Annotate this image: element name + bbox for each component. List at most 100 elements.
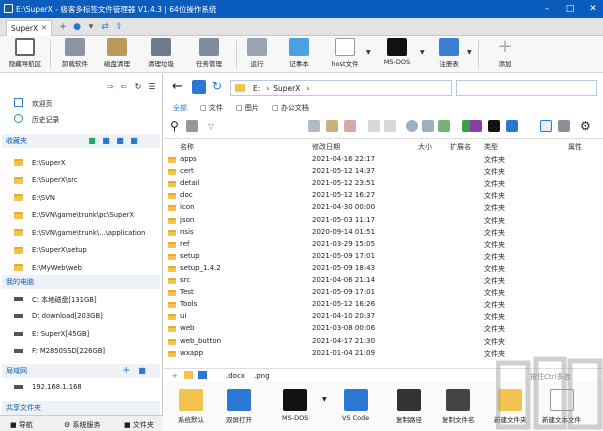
table-row[interactable]: web 2021-03-08 00:06 文件夹 — [164, 323, 603, 335]
favorite-item[interactable]: E:\SuperX\setup — [14, 244, 87, 257]
favorite-view-icon[interactable]: ■ — [130, 137, 138, 145]
registry-dropdown-icon[interactable]: ▼ — [467, 49, 472, 56]
table-row[interactable]: json 2021-05-03 11:17 文件夹 — [164, 215, 603, 227]
disk-clean-button[interactable]: 磁盘清理 — [100, 38, 134, 71]
lan-item[interactable]: 192.168.1.168 — [14, 380, 82, 393]
table-row[interactable]: ui 2021-04-10 20:37 文件夹 — [164, 311, 603, 323]
welcome-item[interactable]: 欢迎页 — [14, 96, 52, 109]
rename-icon[interactable] — [326, 120, 338, 132]
msdos-button[interactable]: MS-DOS — [378, 38, 416, 71]
favorite-item[interactable]: E:\MyWeb\web — [14, 261, 82, 274]
table-row[interactable]: doc 2021-05-12 16:27 文件夹 — [164, 190, 603, 202]
vscode-icon[interactable] — [506, 120, 518, 132]
clean-junk-button[interactable]: 清理垃圾 — [144, 38, 178, 71]
favorite-tool-icon[interactable]: ■ — [102, 137, 110, 145]
run-button[interactable]: 运行 — [244, 38, 270, 71]
table-row[interactable]: icon 2021-04-30 00:00 文件夹 — [164, 202, 603, 214]
table-row[interactable]: setup 2021-05-09 17:01 文件夹 — [164, 251, 603, 263]
favorites-header[interactable]: 收藏夹 ■ ■ ■ ■ — [2, 134, 160, 148]
shared-folder-header[interactable]: 共享文件夹 — [2, 401, 160, 415]
column-ext[interactable]: 扩展名 — [450, 142, 471, 152]
columns-icon[interactable] — [422, 120, 434, 132]
terminal-icon[interactable] — [488, 120, 500, 132]
upload-icon[interactable]: ⇧ — [114, 22, 124, 32]
drive-item[interactable]: D: download[203GB] — [14, 310, 103, 323]
filter-all[interactable]: 全部 — [173, 103, 187, 113]
lan-header[interactable]: 局域网 + ■ — [2, 364, 160, 378]
task-manager-button[interactable]: 任务管理 — [190, 38, 228, 71]
lan-menu-icon[interactable]: ■ — [138, 367, 146, 375]
add-type-icon[interactable]: + — [172, 372, 178, 380]
add-lan-icon[interactable]: + — [122, 366, 130, 376]
tab-system-services[interactable]: ⚙ 系统服务 — [64, 420, 101, 430]
my-computer-header[interactable]: 我的电脑 — [2, 275, 160, 289]
collapse-icon[interactable]: ⇐ — [120, 83, 128, 91]
column-type[interactable]: 类型 — [484, 142, 498, 152]
favorite-item[interactable]: E:\SuperX\src — [14, 174, 78, 187]
type-png[interactable]: .png — [254, 372, 270, 380]
msdos-dropdown-icon[interactable]: ▼ — [420, 49, 425, 56]
close-button[interactable]: ✕ — [582, 0, 603, 18]
drive-item[interactable]: E: SuperX[45GB] — [14, 327, 89, 340]
thumbnail-view-icon[interactable] — [558, 120, 570, 132]
copy-filename-button[interactable]: 复制文件名 — [442, 389, 475, 424]
host-dropdown-icon[interactable]: ▼ — [366, 49, 371, 56]
table-row[interactable]: setup_1.4.2 2021-05-09 18:43 文件夹 — [164, 263, 603, 275]
favorite-item[interactable]: E:\SuperX — [14, 156, 65, 169]
table-row[interactable]: src 2021-04-06 21:14 文件夹 — [164, 275, 603, 287]
notepad-button[interactable]: 记事本 — [284, 38, 314, 71]
msdos-dropdown-icon[interactable]: ▼ — [322, 396, 327, 403]
path-folder[interactable]: SuperX — [273, 84, 300, 93]
tab-list-icon[interactable]: ▾ — [86, 22, 96, 32]
drive-item[interactable]: F: M2850SSD[226GB] — [14, 345, 105, 358]
details-view-icon[interactable] — [540, 120, 552, 132]
close-tab-icon[interactable]: ✕ — [41, 24, 47, 32]
vscode-button[interactable]: VS Code — [342, 389, 369, 422]
app-icon-purple[interactable] — [470, 120, 482, 132]
folder-sync-icon[interactable]: ⇄ — [100, 22, 110, 32]
folder-up-icon[interactable] — [192, 80, 206, 94]
filter-files[interactable]: □ 文件 — [200, 103, 223, 113]
filter-images[interactable]: □ 图片 — [236, 103, 259, 113]
pin-icon[interactable]: ● — [72, 22, 82, 32]
host-file-button[interactable]: host文件 — [328, 38, 362, 71]
column-attr[interactable]: 属性 — [568, 142, 582, 152]
new-tab-icon[interactable]: + — [58, 22, 68, 32]
system-default-button[interactable]: 系统默认 — [178, 389, 204, 424]
image-view-icon[interactable] — [438, 120, 450, 132]
new-text-file-button[interactable]: 新建文本文件 — [542, 389, 581, 424]
column-size[interactable]: 大小 — [418, 142, 432, 152]
uninstall-button[interactable]: 卸载软件 — [58, 38, 92, 71]
filter-office-docs[interactable]: □ 办公文档 — [272, 103, 309, 113]
launcher-msdos-button[interactable]: MS-DOS — [282, 389, 308, 422]
filter-icon[interactable]: ▿ — [208, 120, 220, 132]
refresh-icon[interactable]: ↻ — [134, 83, 142, 91]
tab-folders[interactable]: ■ 文件夹 — [124, 420, 154, 430]
address-bar[interactable]: E: › SuperX › — [230, 80, 452, 96]
path-drive[interactable]: E: — [253, 84, 260, 93]
favorite-item[interactable]: E:\SVN — [14, 191, 55, 204]
registry-button[interactable]: 注册表 — [434, 38, 464, 71]
sort-icon[interactable] — [308, 120, 320, 132]
sidebar-menu-icon[interactable]: ☰ — [148, 83, 156, 91]
table-row[interactable]: cert 2021-05-12 14:37 文件夹 — [164, 166, 603, 178]
add-button[interactable]: + 添加 — [492, 38, 518, 71]
dual-screen-button[interactable]: 双屏打开 — [226, 389, 252, 424]
column-name[interactable]: 名称 — [180, 142, 194, 152]
hide-nav-button[interactable]: 隐藏导航区 — [6, 38, 44, 71]
favorite-item[interactable]: E:\SVN\game\trunk\pc\SuperX — [14, 209, 134, 222]
grid-icon[interactable] — [384, 120, 396, 132]
maximize-button[interactable]: □ — [559, 0, 581, 18]
refresh-icon[interactable]: ↻ — [212, 79, 222, 93]
table-row[interactable]: nsis 2020-09-14 01:51 文件夹 — [164, 227, 603, 239]
binoculars-icon[interactable] — [186, 120, 198, 132]
folder-blue-icon[interactable] — [198, 371, 207, 379]
table-row[interactable]: ref 2021-03-29 15:05 文件夹 — [164, 239, 603, 251]
expand-icon[interactable]: ⇒ — [106, 83, 114, 91]
copy-path-button[interactable]: 复制路径 — [396, 389, 422, 424]
favorite-edit-icon[interactable]: ■ — [116, 137, 124, 145]
table-row[interactable]: web_button 2021-04-17 21:30 文件夹 — [164, 336, 603, 348]
table-row[interactable]: detail 2021-05-12 23:51 文件夹 — [164, 178, 603, 190]
folder-icon[interactable] — [184, 371, 193, 379]
favorite-item[interactable]: E:\SVN\game\trunk\...\application — [14, 226, 145, 239]
